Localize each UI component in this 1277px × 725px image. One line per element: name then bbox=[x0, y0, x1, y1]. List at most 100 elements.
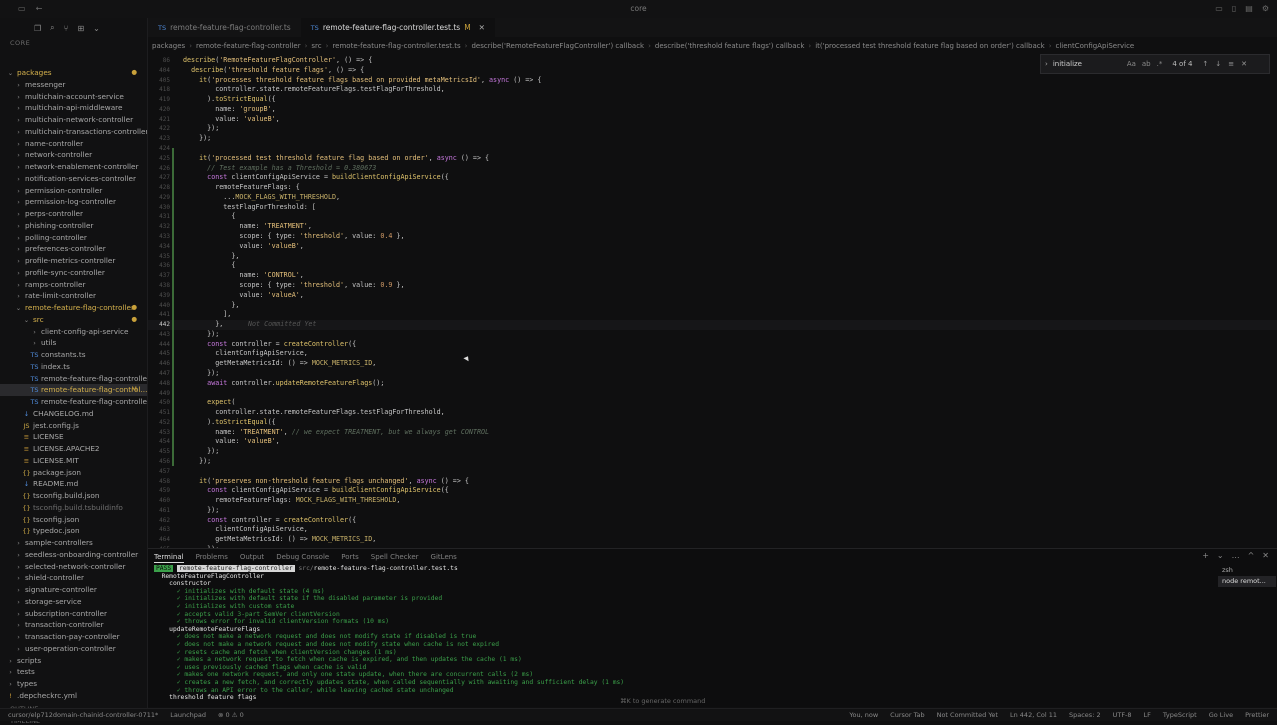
code-line[interactable]: 449 bbox=[148, 389, 1277, 399]
code-line[interactable]: 435 }, bbox=[148, 252, 1277, 262]
code-line[interactable]: 432 name: 'TREATMENT', bbox=[148, 222, 1277, 232]
sidebar-item-polling-controller[interactable]: › polling-controller bbox=[0, 232, 147, 244]
code-line[interactable]: 427 const clientConfigApiService = build… bbox=[148, 173, 1277, 183]
code-line[interactable]: 456 }); bbox=[148, 457, 1277, 467]
breadcrumb-item[interactable]: packages bbox=[152, 42, 185, 50]
indentation[interactable]: Spaces: 2 bbox=[1069, 711, 1101, 719]
code-line[interactable]: 460 remoteFeatureFlags: MOCK_FLAGS_WITH_… bbox=[148, 496, 1277, 506]
branch-indicator[interactable]: cursor/elp712domain-chainid-controller-0… bbox=[8, 711, 158, 719]
launchpad-button[interactable]: Launchpad bbox=[170, 711, 206, 719]
arrow-down-icon[interactable]: ↓ bbox=[1215, 60, 1221, 68]
breadcrumb-item[interactable]: remote-feature-flag-controller bbox=[196, 42, 301, 50]
breadcrumb-item[interactable]: describe('RemoteFeatureFlagController') … bbox=[471, 42, 644, 50]
sidebar-item-phishing-controller[interactable]: › phishing-controller bbox=[0, 220, 147, 232]
sidebar-item-notification-services-controller[interactable]: › notification-services-controller bbox=[0, 173, 147, 185]
sidebar-item-user-operation-controller[interactable]: › user-operation-controller bbox=[0, 643, 147, 655]
code-line[interactable]: 421 value: 'valueB', bbox=[148, 115, 1277, 125]
sidebar-item-transaction-pay-controller[interactable]: › transaction-pay-controller bbox=[0, 631, 147, 643]
code-line[interactable]: 448 await controller.updateRemoteFeature… bbox=[148, 379, 1277, 389]
sidebar-item-remote-feature-flag-control[interactable]: TS remote-feature-flag-control... M bbox=[0, 384, 147, 396]
whole-word-icon[interactable]: ab bbox=[1142, 60, 1151, 68]
sidebar-item-changelog-md[interactable]: ↓ CHANGELOG.md bbox=[0, 408, 147, 420]
code-line[interactable]: 419 ).toStrictEqual({ bbox=[148, 95, 1277, 105]
sidebar-item-preferences-controller[interactable]: › preferences-controller bbox=[0, 243, 147, 255]
panel-tab-spell-checker[interactable]: Spell Checker bbox=[371, 551, 419, 563]
blame-author[interactable]: You, now bbox=[849, 711, 878, 719]
chevron-down-icon[interactable]: ⌄ bbox=[93, 24, 100, 33]
sidebar-item-network-enablement-controller[interactable]: › network-enablement-controller bbox=[0, 161, 147, 173]
code-line[interactable]: 461 }); bbox=[148, 506, 1277, 516]
sidebar-item-packages[interactable]: ⌄ packages ● bbox=[0, 67, 147, 79]
sidebar-item-index-ts[interactable]: TS index.ts bbox=[0, 361, 147, 373]
panel-tab-output[interactable]: Output bbox=[240, 551, 264, 563]
find-input[interactable]: initialize bbox=[1053, 60, 1123, 68]
code-line[interactable]: 451 controller.state.remoteFeatureFlags.… bbox=[148, 408, 1277, 418]
prettier-status[interactable]: Prettier bbox=[1245, 711, 1269, 719]
sidebar-item-multichain-network-controller[interactable]: › multichain-network-controller bbox=[0, 114, 147, 126]
code-line[interactable]: 438 scope: { type: 'threshold', value: 0… bbox=[148, 281, 1277, 291]
code-line[interactable]: 444 const controller = createController(… bbox=[148, 340, 1277, 350]
code-line[interactable]: 436 { bbox=[148, 261, 1277, 271]
panel-tab-debug-console[interactable]: Debug Console bbox=[276, 551, 329, 563]
sidebar-item-src[interactable]: ⌄ src ● bbox=[0, 314, 147, 326]
code-line[interactable]: 443 }); bbox=[148, 330, 1277, 340]
code-line[interactable]: 423 }); bbox=[148, 134, 1277, 144]
close-icon[interactable]: ✕ bbox=[1262, 551, 1269, 560]
sidebar-item-network-controller[interactable]: › network-controller bbox=[0, 149, 147, 161]
sidebar-item-shield-controller[interactable]: › shield-controller bbox=[0, 572, 147, 584]
code-line[interactable]: 459 const clientConfigApiService = build… bbox=[148, 486, 1277, 496]
sidebar-item-remote-feature-flag-controller-ty[interactable]: TSremote-feature-flag-controller-ty... bbox=[0, 373, 147, 385]
sidebar-item-package-json[interactable]: {} package.json bbox=[0, 467, 147, 479]
breadcrumb-item[interactable]: remote-feature-flag-controller.test.ts bbox=[332, 42, 460, 50]
eol[interactable]: LF bbox=[1144, 711, 1151, 719]
sidebar-item-utils[interactable]: › utils bbox=[0, 337, 147, 349]
tab-controller-ts[interactable]: TS remote-feature-flag-controller.ts bbox=[148, 18, 301, 37]
sidebar-item-license-apache2[interactable]: ≡ LICENSE.APACHE2 bbox=[0, 443, 147, 455]
sidebar-item-messenger[interactable]: › messenger bbox=[0, 79, 147, 91]
sidebar-item-permission-log-controller[interactable]: › permission-log-controller bbox=[0, 196, 147, 208]
layout-split-icon[interactable]: ▯ bbox=[1232, 4, 1236, 13]
sidebar-item-tsconfig-build-tsbuildinfo[interactable]: {} tsconfig.build.tsbuildinfo bbox=[0, 502, 147, 514]
regex-icon[interactable]: .* bbox=[1157, 60, 1163, 68]
new-terminal-icon[interactable]: + bbox=[1202, 551, 1209, 560]
breadcrumb-item[interactable]: src bbox=[311, 42, 321, 50]
cursor-position[interactable]: Ln 442, Col 11 bbox=[1010, 711, 1057, 719]
sidebar-item-subscription-controller[interactable]: › subscription-controller bbox=[0, 608, 147, 620]
chevron-right-icon[interactable]: › bbox=[1045, 60, 1048, 68]
code-line[interactable]: 464 getMetaMetricsId: () => MOCK_METRICS… bbox=[148, 535, 1277, 545]
sidebar-item-remote-feature-flag-controller-ts[interactable]: TS remote-feature-flag-controller.ts bbox=[0, 396, 147, 408]
more-icon[interactable]: … bbox=[1232, 551, 1240, 560]
sidebar-item-license-mit[interactable]: ≡ LICENSE.MIT bbox=[0, 455, 147, 467]
code-line[interactable]: 439 value: 'valueA', bbox=[148, 291, 1277, 301]
sidebar-item-license[interactable]: ≡ LICENSE bbox=[0, 431, 147, 443]
settings-gear-icon[interactable]: ⚙ bbox=[1262, 4, 1269, 13]
sidebar-item-seedless-onboarding-controller[interactable]: › seedless-onboarding-controller bbox=[0, 549, 147, 561]
code-line[interactable]: 428 remoteFeatureFlags: { bbox=[148, 183, 1277, 193]
code-line[interactable]: 463 clientConfigApiService, bbox=[148, 525, 1277, 535]
commit-status[interactable]: Not Committed Yet bbox=[937, 711, 998, 719]
sidebar-item-tsconfig-build-json[interactable]: {} tsconfig.build.json bbox=[0, 490, 147, 502]
sidebar-item-multichain-account-service[interactable]: › multichain-account-service bbox=[0, 91, 147, 103]
sidebar-item-constants-ts[interactable]: TS constants.ts bbox=[0, 349, 147, 361]
code-line[interactable]: 426 // Test example has a Threshold = 0.… bbox=[148, 164, 1277, 174]
code-line[interactable]: 453 name: 'TREATMENT', // we expect TREA… bbox=[148, 428, 1277, 438]
find-in-selection-icon[interactable]: ≡ bbox=[1228, 60, 1234, 68]
code-line[interactable]: 431 { bbox=[148, 212, 1277, 222]
code-line[interactable]: 422 }); bbox=[148, 124, 1277, 134]
panel-tab-ports[interactable]: Ports bbox=[341, 551, 359, 563]
tab-controller-test-ts[interactable]: TS remote-feature-flag-controller.test.t… bbox=[300, 18, 495, 37]
code-line[interactable]: 447 }); bbox=[148, 369, 1277, 379]
sidebar-item-typedoc-json[interactable]: {} typedoc.json bbox=[0, 525, 147, 537]
sidebar-item-name-controller[interactable]: › name-controller bbox=[0, 138, 147, 150]
search-icon[interactable]: ⌕ bbox=[50, 23, 54, 33]
code-line[interactable]: 452 ).toStrictEqual({ bbox=[148, 418, 1277, 428]
cursor-tab-button[interactable]: Cursor Tab bbox=[890, 711, 924, 719]
breadcrumb-item[interactable]: describe('threshold feature flags') call… bbox=[655, 42, 805, 50]
match-case-icon[interactable]: Aa bbox=[1127, 60, 1136, 68]
code-line[interactable]: 440 }, bbox=[148, 301, 1277, 311]
code-line[interactable]: 450 expect( bbox=[148, 398, 1277, 408]
code-line[interactable]: 434 value: 'valueB', bbox=[148, 242, 1277, 252]
code-line[interactable]: 446 getMetaMetricsId: () => MOCK_METRICS… bbox=[148, 359, 1277, 369]
code-line[interactable]: 455 }); bbox=[148, 447, 1277, 457]
layout-custom-icon[interactable]: ▤ bbox=[1245, 4, 1253, 13]
